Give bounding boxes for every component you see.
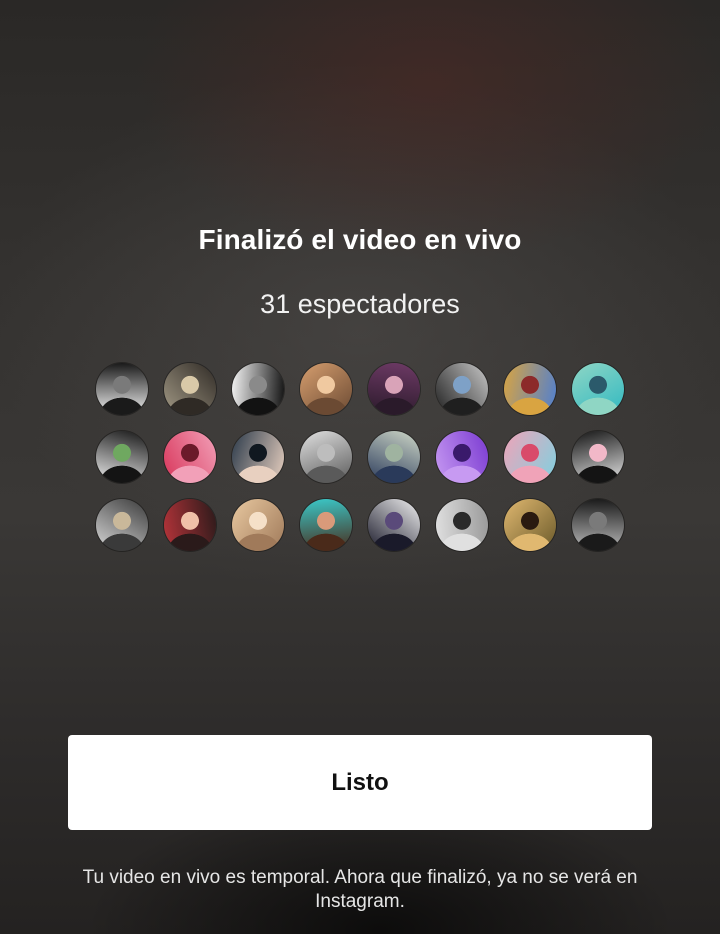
viewers-count: 31 espectadores: [260, 289, 460, 319]
viewer-avatar-17[interactable]: [96, 499, 148, 551]
viewer-avatar-7[interactable]: [504, 363, 556, 415]
viewer-avatar-16[interactable]: [572, 431, 624, 483]
viewer-avatar-4[interactable]: [300, 363, 352, 415]
viewer-avatar-23[interactable]: [504, 499, 556, 551]
viewer-avatar-21[interactable]: [368, 499, 420, 551]
viewer-avatar-11[interactable]: [232, 431, 284, 483]
viewer-avatar-24[interactable]: [572, 499, 624, 551]
viewer-avatar-5[interactable]: [368, 363, 420, 415]
viewer-avatar-9[interactable]: [96, 431, 148, 483]
viewer-avatar-10[interactable]: [164, 431, 216, 483]
viewer-avatar-13[interactable]: [368, 431, 420, 483]
viewer-avatar-3[interactable]: [232, 363, 284, 415]
page-title: Finalizó el video en vivo: [198, 224, 522, 255]
viewer-avatar-2[interactable]: [164, 363, 216, 415]
viewer-avatar-15[interactable]: [504, 431, 556, 483]
done-button[interactable]: Listo: [68, 735, 652, 830]
viewer-avatar-grid: [96, 363, 626, 551]
temporary-video-note: Tu video en vivo es temporal. Ahora que …: [82, 867, 638, 912]
viewer-avatar-8[interactable]: [572, 363, 624, 415]
viewer-avatar-1[interactable]: [96, 363, 148, 415]
viewer-avatar-6[interactable]: [436, 363, 488, 415]
live-ended-screen: Finalizó el video en vivo 31 espectadore…: [0, 0, 720, 934]
viewer-avatar-18[interactable]: [164, 499, 216, 551]
viewer-avatar-20[interactable]: [300, 499, 352, 551]
viewer-avatar-14[interactable]: [436, 431, 488, 483]
viewer-avatar-19[interactable]: [232, 499, 284, 551]
viewer-avatar-22[interactable]: [436, 499, 488, 551]
viewer-avatar-12[interactable]: [300, 431, 352, 483]
